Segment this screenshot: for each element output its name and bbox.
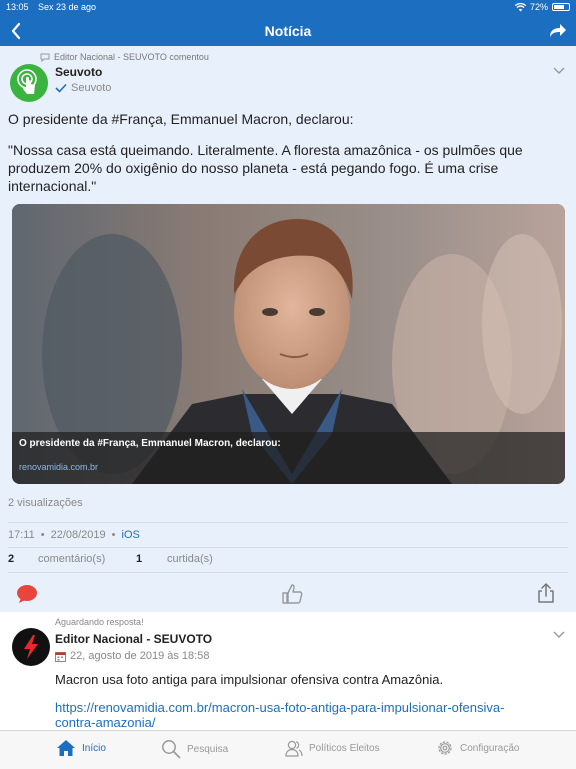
dot-separator: • [40, 529, 45, 541]
touch-logo-icon [17, 69, 37, 94]
comment-author[interactable]: Editor Nacional - SEUVOTO [55, 632, 212, 646]
tab-settings[interactable]: Configuração [436, 739, 519, 757]
status-date: Sex 23 de ago [38, 2, 97, 12]
comment-date-row: 22, agosto de 2019 às 18:58 [55, 650, 209, 662]
post-platform[interactable]: iOS [122, 529, 140, 541]
tab-label: Pesquisa [187, 743, 229, 755]
chevron-down-icon[interactable] [552, 630, 566, 640]
like-label[interactable]: curtida(s) [167, 553, 213, 565]
comment-bubble-icon [40, 53, 50, 62]
tab-politicians[interactable]: Políticos Eleitos [285, 739, 380, 757]
post: Editor Nacional - SEUVOTO comentou Seuvo… [0, 46, 576, 612]
dot-separator: • [111, 529, 116, 541]
battery-level [554, 5, 565, 9]
post-date: 22/08/2019 [50, 529, 106, 541]
search-icon [162, 740, 181, 759]
card-caption: O presidente da #França, Emmanuel Macron… [12, 432, 565, 484]
tab-home[interactable]: Início [56, 739, 106, 757]
people-icon [285, 740, 303, 757]
status-bar: 13:05 Sex 23 de ago 72% [0, 0, 576, 16]
feed: Editor Nacional - SEUVOTO comentou Seuvo… [0, 46, 576, 730]
comment-label[interactable]: comentário(s) [38, 553, 105, 565]
battery-icon [552, 3, 570, 11]
comment-count[interactable]: 2 [8, 553, 14, 565]
post-timestamp: 17:11 • 22/08/2019 • iOS [8, 529, 140, 541]
verified-label: Seuvoto [71, 82, 112, 94]
gear-icon [438, 741, 452, 755]
nav-bar: Notícia [0, 16, 576, 46]
checkmark-icon [55, 83, 67, 93]
tab-label: Início [82, 742, 106, 754]
post-intro: O presidente da #França, Emmanuel Macron… [8, 111, 354, 127]
battery-percent: 72% [529, 2, 548, 12]
share-icon[interactable] [536, 582, 556, 604]
like-count[interactable]: 1 [136, 553, 142, 565]
post-activity: Editor Nacional - SEUVOTO comentou [40, 52, 209, 62]
card-title: O presidente da #França, Emmanuel Macron… [19, 438, 281, 449]
editor-avatar[interactable] [12, 628, 50, 666]
tab-label: Políticos Eleitos [309, 742, 380, 754]
status-time: 13:05 [6, 2, 29, 12]
divider [8, 572, 568, 573]
post-quote: "Nossa casa está queimando. Literalmente… [8, 142, 523, 194]
lightning-logo-icon [24, 635, 38, 659]
comment-link[interactable]: https://renovamidia.com.br/macron-usa-fo… [55, 700, 525, 730]
tab-bar: Início Pesquisa Políticos Eleitos Config… [0, 730, 576, 769]
post-time: 17:11 [8, 529, 35, 541]
comment-text: Macron usa foto antiga para impulsionar … [55, 672, 444, 687]
divider [8, 522, 568, 523]
comment-icon[interactable] [16, 584, 38, 604]
tab-search[interactable]: Pesquisa [161, 739, 228, 759]
calendar-icon [55, 651, 66, 662]
comment-date: 22, agosto de 2019 às 18:58 [70, 650, 210, 662]
chevron-down-icon[interactable] [552, 66, 566, 76]
share-arrow-icon[interactable] [546, 20, 568, 42]
home-icon [57, 740, 75, 756]
seuvoto-avatar[interactable] [10, 64, 48, 102]
post-actions [0, 578, 576, 612]
activity-text: Editor Nacional - SEUVOTO comentou [54, 52, 209, 62]
thumbs-up-icon[interactable] [281, 583, 303, 605]
wifi-icon [514, 2, 526, 11]
link-preview-card[interactable]: O presidente da #França, Emmanuel Macron… [12, 204, 565, 484]
tab-label: Configuração [460, 742, 520, 754]
comment-status: Aguardando resposta! [55, 617, 144, 627]
view-count: 2 visualizações [8, 497, 83, 509]
comment: Aguardando resposta! Editor Nacional - S… [0, 612, 576, 730]
page-title: Notícia [264, 23, 312, 39]
card-domain[interactable]: renovamidia.com.br [19, 462, 98, 472]
divider [8, 547, 568, 548]
post-author[interactable]: Seuvoto [55, 65, 102, 79]
verified-row: Seuvoto [55, 82, 111, 94]
